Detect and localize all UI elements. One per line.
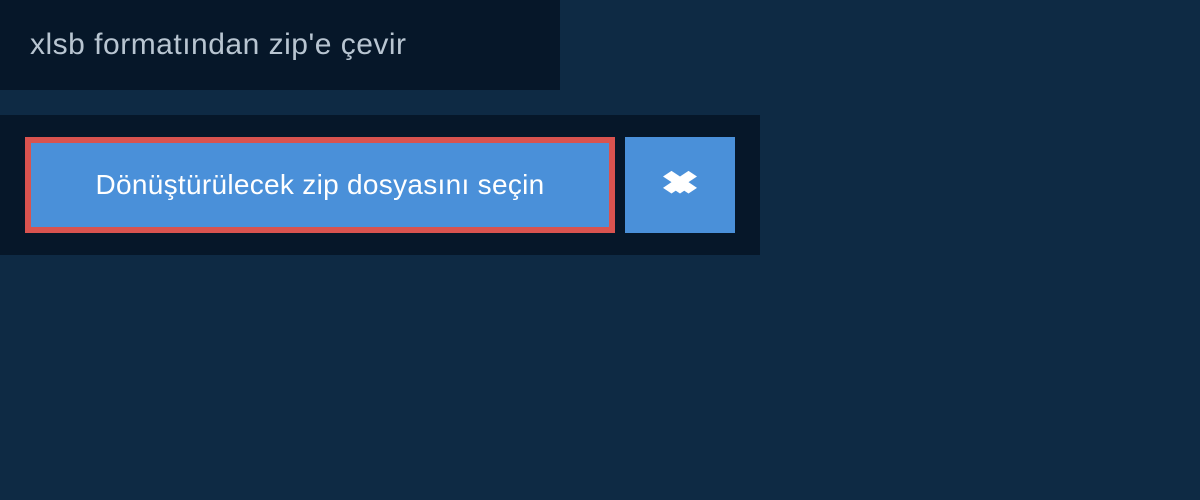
upload-panel: Dönüştürülecek zip dosyasını seçin [0,115,760,255]
page-title: xlsb formatından zip'e çevir [30,28,530,62]
conversion-header: xlsb formatından zip'e çevir [0,0,560,90]
select-file-button[interactable]: Dönüştürülecek zip dosyasını seçin [25,137,615,233]
dropbox-icon [663,168,697,202]
dropbox-button[interactable] [625,137,735,233]
